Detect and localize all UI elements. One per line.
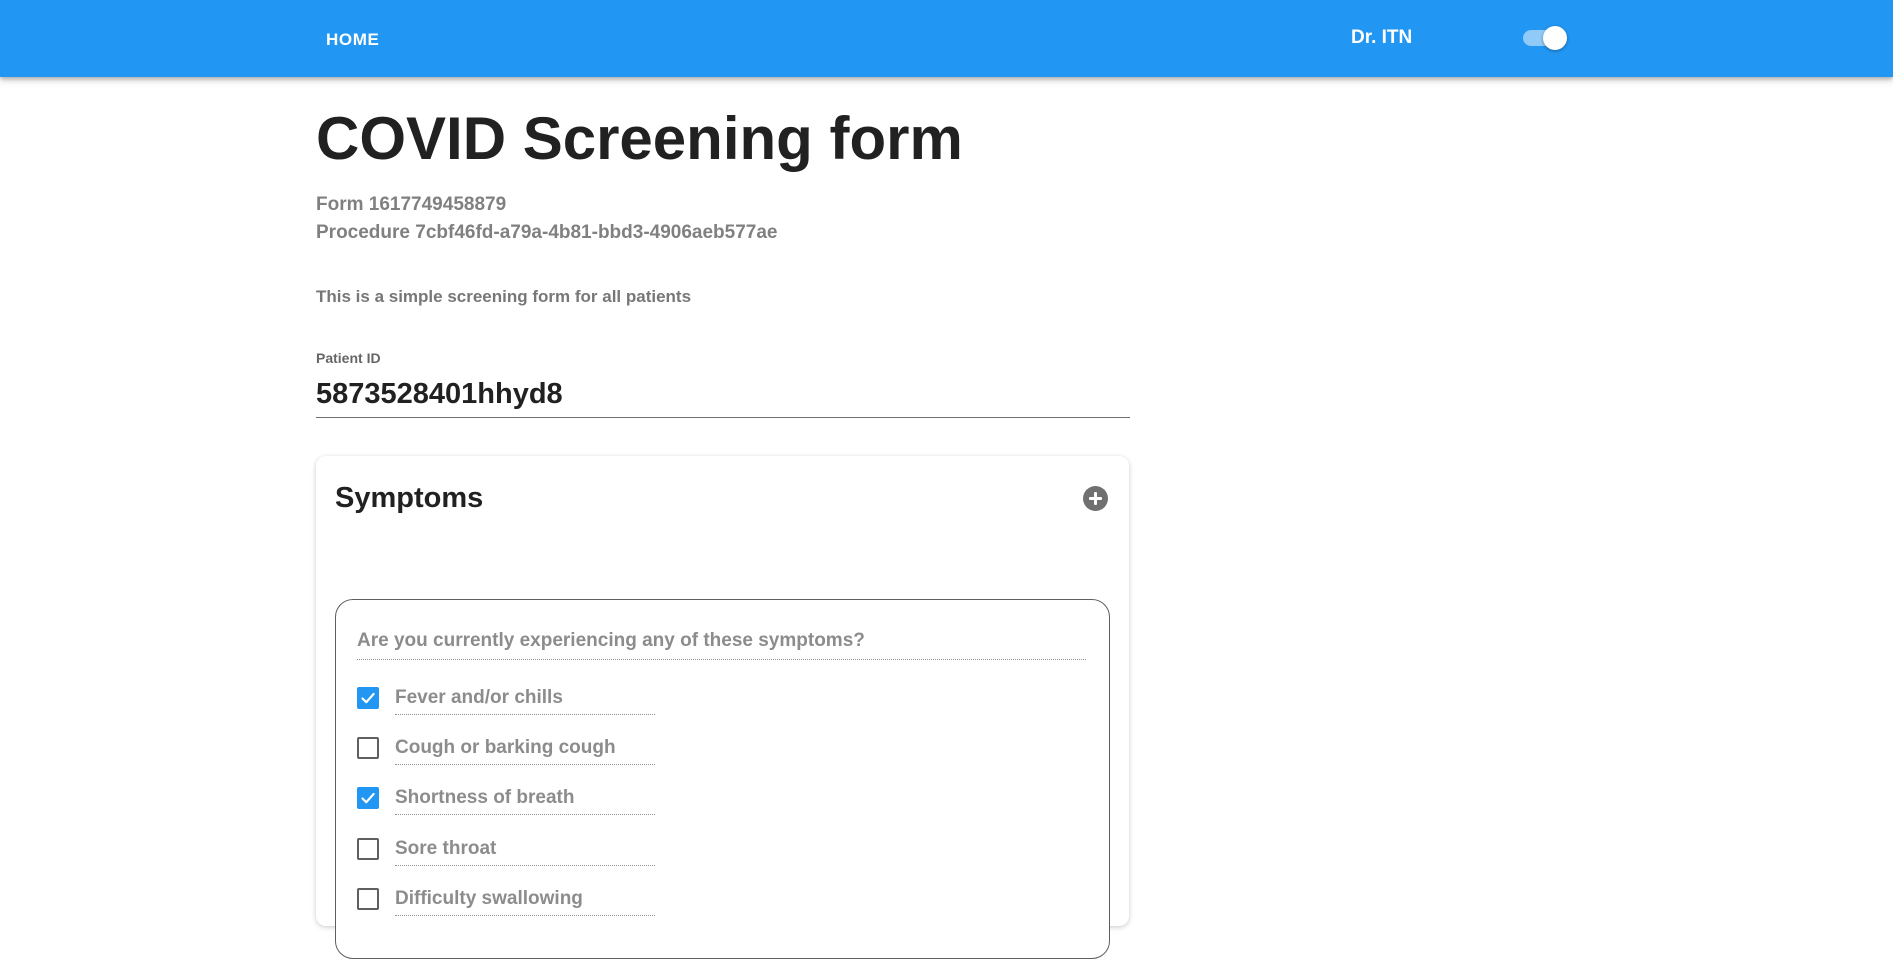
symptom-option[interactable]: Fever and/or chills — [357, 679, 657, 715]
symptom-option-label: Cough or barking cough — [395, 729, 655, 765]
symptom-checkbox[interactable] — [357, 787, 379, 809]
symptom-option-label: Shortness of breath — [395, 779, 655, 815]
theme-toggle[interactable] — [1523, 26, 1569, 50]
symptom-option-label: Difficulty swallowing — [395, 880, 655, 916]
form-description: This is a simple screening form for all … — [316, 287, 692, 306]
toggle-thumb — [1543, 26, 1567, 50]
symptom-checkbox[interactable] — [357, 737, 379, 759]
symptom-option[interactable]: Cough or barking cough — [357, 729, 657, 765]
plus-circle-icon[interactable] — [1083, 486, 1108, 511]
patient-id-input[interactable] — [316, 372, 1130, 418]
user-name: Dr. ITN — [1351, 27, 1413, 48]
symptom-option[interactable]: Sore throat — [357, 830, 657, 866]
symptom-checkbox[interactable] — [357, 838, 379, 860]
symptom-option[interactable]: Difficulty swallowing — [357, 880, 657, 916]
form-id-text: Form 1617749458879 — [316, 194, 507, 215]
symptom-option-label: Sore throat — [395, 830, 655, 866]
symptom-question-box: Are you currently experiencing any of th… — [335, 599, 1110, 959]
procedure-id-text: Procedure 7cbf46fd-a79a-4b81-bbd3-4906ae… — [316, 222, 778, 243]
page-title: COVID Screening form — [316, 105, 963, 172]
symptom-question: Are you currently experiencing any of th… — [357, 626, 1086, 660]
top-app-bar: HOME Dr. ITN — [0, 0, 1893, 77]
check-icon — [361, 692, 375, 704]
patient-id-label: Patient ID — [316, 350, 381, 366]
check-icon — [361, 792, 375, 804]
symptom-checkbox[interactable] — [357, 687, 379, 709]
home-link[interactable]: HOME — [326, 30, 379, 50]
symptoms-title: Symptoms — [335, 482, 484, 514]
symptom-checkbox[interactable] — [357, 888, 379, 910]
symptom-option[interactable]: Shortness of breath — [357, 779, 657, 815]
symptom-option-label: Fever and/or chills — [395, 679, 655, 715]
symptoms-card: Symptoms Are you currently experiencing … — [316, 456, 1129, 959]
